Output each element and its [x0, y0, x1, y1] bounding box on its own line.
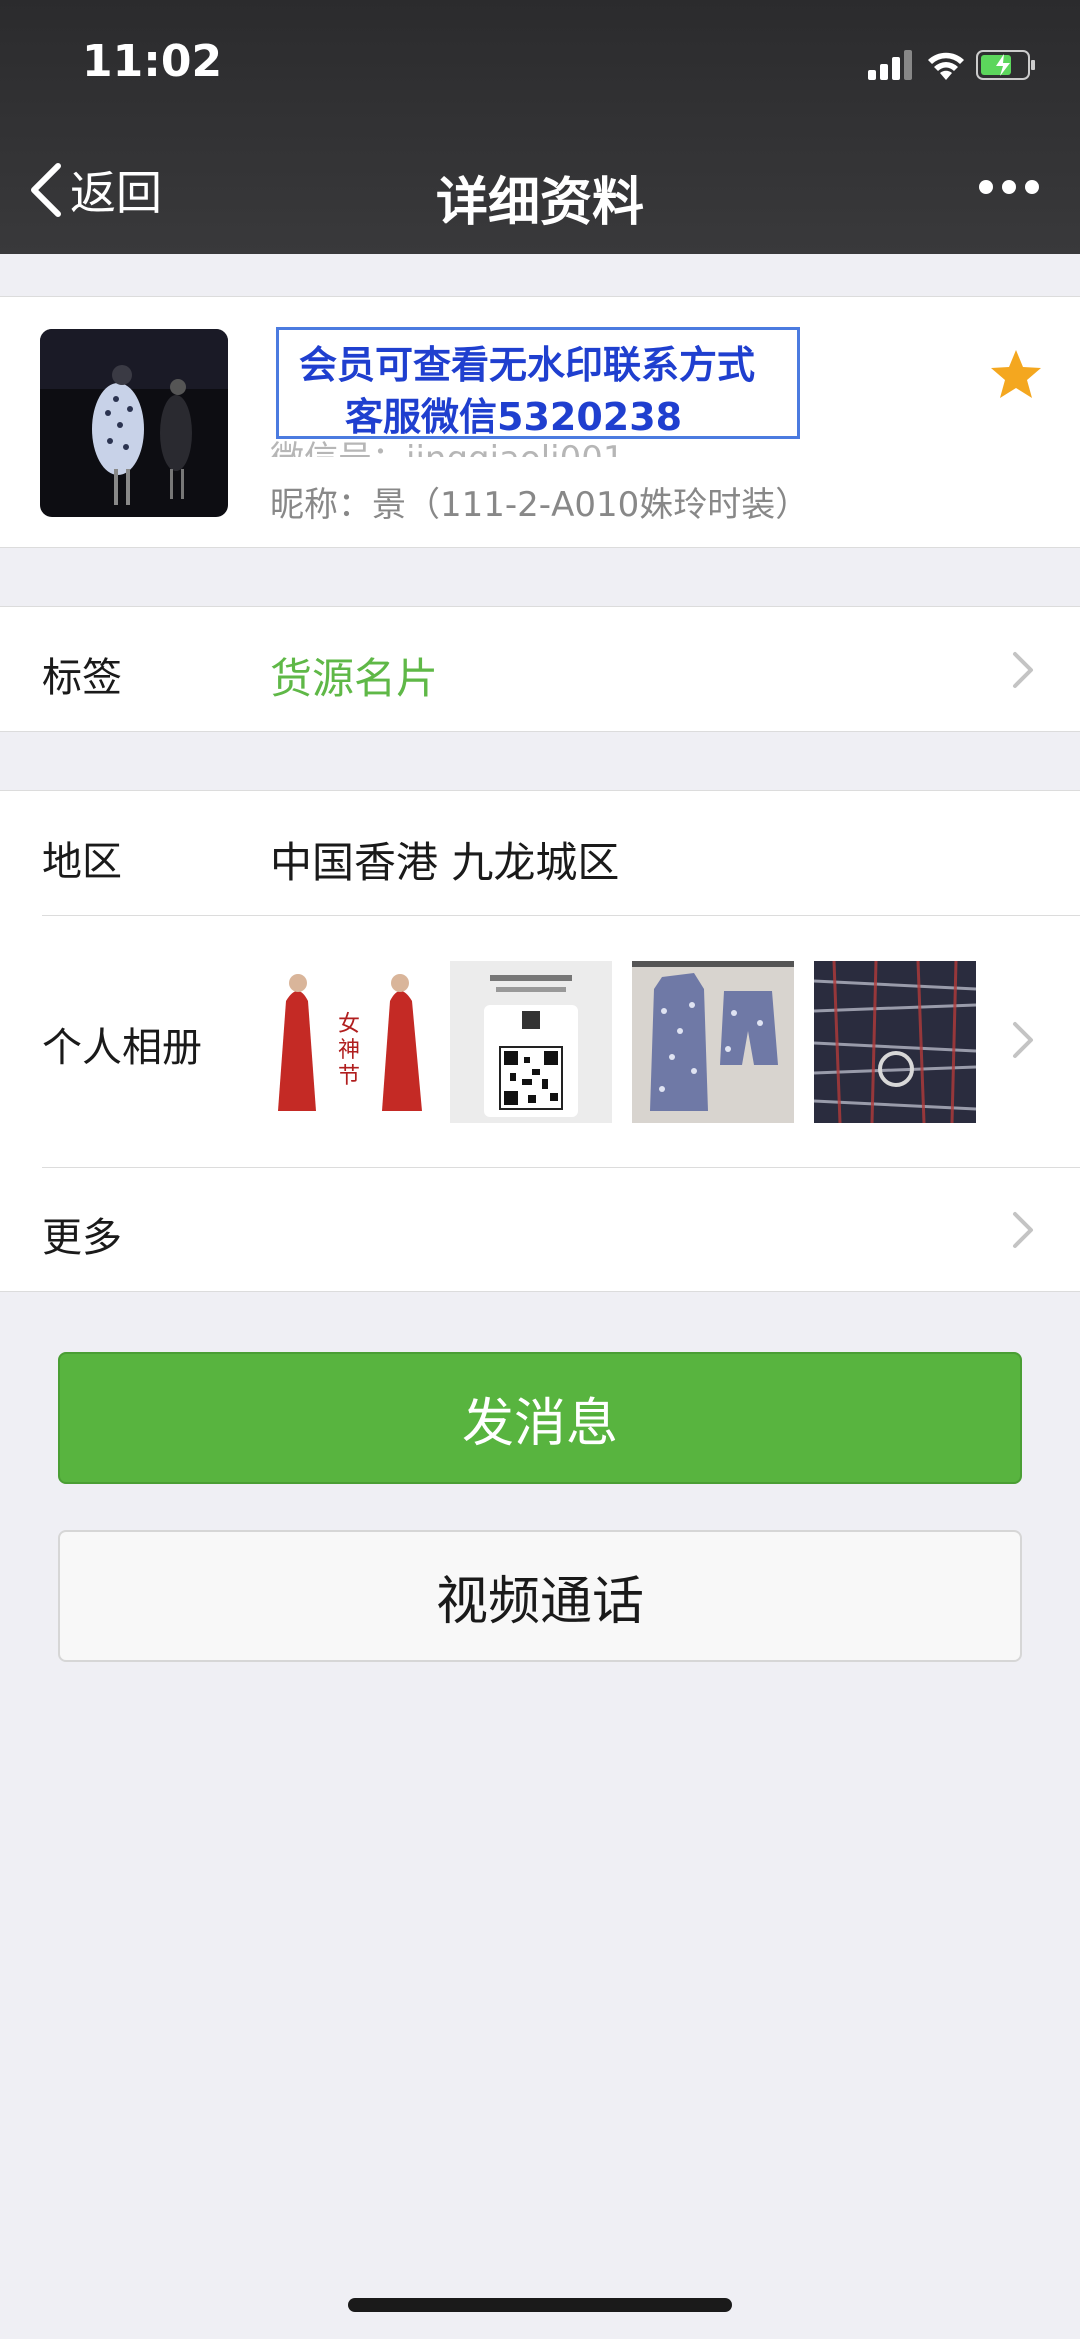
more-label: 更多	[42, 1215, 122, 1261]
status-icons	[868, 44, 1038, 84]
page-title: 详细资料	[435, 173, 644, 233]
more-dots-icon	[979, 180, 1039, 194]
region-label: 地区	[42, 839, 122, 885]
nickname: 昵称：景（111-2-A010姝玲时装）	[270, 485, 810, 525]
wifi-icon	[928, 52, 964, 80]
svg-text:节: 节	[338, 1064, 360, 1089]
svg-text:神: 神	[338, 1038, 360, 1063]
more-row[interactable]: 更多	[0, 1167, 1080, 1292]
album-label: 个人相册	[42, 1025, 202, 1071]
status-time: 11:02	[82, 36, 223, 87]
battery-icon	[976, 50, 1035, 80]
video-call-button[interactable]: 视频通话	[58, 1530, 1022, 1662]
profile-card: 微信号：jingqiaoli001 会员可查看无水印联系方式 客服微信53202…	[0, 296, 1080, 548]
region-row: 地区 中国香港 九龙城区	[0, 790, 1080, 915]
tags-row[interactable]: 标签 货源名片	[0, 606, 1080, 732]
home-indicator[interactable]	[348, 2298, 732, 2312]
album-photo-tweed-fabric[interactable]	[814, 961, 976, 1123]
top-bar: 11:02 返回 详细资料	[0, 0, 1080, 254]
chevron-right-icon	[1013, 1212, 1033, 1248]
region-value: 中国香港 九龙城区	[270, 838, 620, 887]
star-button[interactable]	[988, 347, 1044, 407]
more-options-button[interactable]	[978, 178, 1040, 200]
tags-value: 货源名片	[270, 654, 439, 703]
album-thumbnails: 女 神 节	[268, 961, 976, 1123]
signal-icon	[868, 50, 912, 80]
svg-text:女: 女	[338, 1012, 360, 1037]
watermark-line-1: 会员可查看无水印联系方式	[299, 343, 756, 387]
chevron-right-icon	[1013, 652, 1033, 688]
avatar[interactable]	[40, 329, 228, 517]
chevron-right-icon	[1013, 1022, 1033, 1058]
star-icon	[991, 350, 1041, 398]
watermark-overlay: 会员可查看无水印联系方式 客服微信5320238	[276, 327, 800, 439]
album-photo-outfit[interactable]	[632, 961, 794, 1123]
send-message-button[interactable]: 发消息	[58, 1352, 1022, 1484]
album-row[interactable]: 个人相册 女 神 节	[0, 915, 1080, 1167]
album-photo-goddess-festival[interactable]: 女 神 节	[268, 961, 430, 1123]
tags-label: 标签	[42, 655, 122, 701]
album-photo-qr-code[interactable]	[450, 961, 612, 1123]
watermark-line-2: 客服微信5320238	[345, 395, 683, 439]
